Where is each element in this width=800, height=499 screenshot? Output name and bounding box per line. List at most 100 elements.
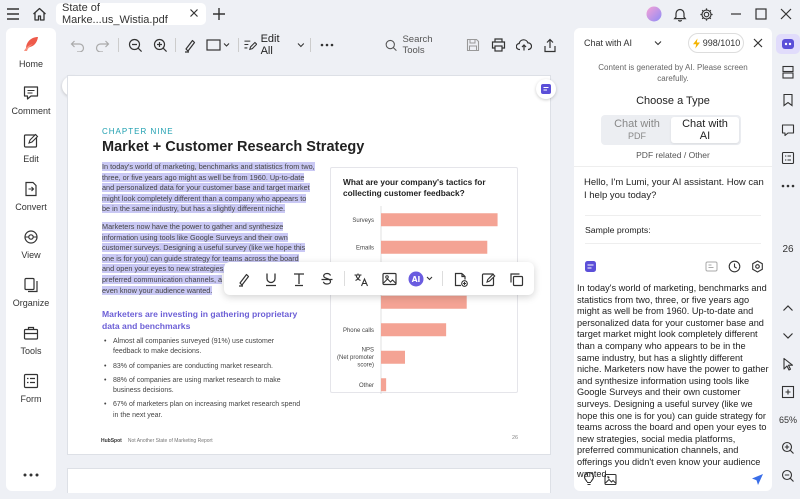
option-label: Chat with — [614, 118, 660, 130]
maximize-icon[interactable] — [752, 5, 770, 23]
chart-category-label: Surveys — [352, 218, 374, 224]
ai-assistant-icon[interactable] — [536, 79, 556, 99]
scroll-down-icon[interactable] — [778, 326, 798, 346]
strikethrough-icon[interactable] — [317, 269, 337, 289]
underline-icon[interactable] — [261, 269, 281, 289]
lightbulb-icon[interactable] — [581, 471, 597, 487]
zoom-in-icon[interactable] — [151, 36, 169, 54]
paragraph-line: preferred communication channels, a — [102, 274, 223, 284]
nav-view[interactable]: View — [6, 228, 56, 260]
chart-category-label: Other — [359, 383, 374, 389]
nav-comment[interactable]: Comment — [6, 84, 56, 116]
thumbnails-icon[interactable] — [778, 62, 798, 82]
form-icon — [23, 373, 39, 389]
rail-zoom-in-icon[interactable] — [778, 438, 798, 458]
search-tools[interactable]: Search Tools — [385, 34, 455, 56]
ai-sidebar-icon[interactable] — [776, 34, 800, 54]
redo-icon[interactable] — [93, 36, 111, 54]
home-icon[interactable] — [30, 5, 48, 23]
document-tab[interactable]: State of Marke...us_Wistia.pdf — [56, 2, 206, 26]
chart-bar — [381, 213, 498, 227]
comments-panel-icon[interactable] — [778, 120, 798, 140]
nav-form-label: Form — [20, 394, 42, 404]
chat-type-description: PDF related / Other — [636, 150, 710, 160]
close-panel-icon[interactable] — [750, 35, 766, 51]
fit-page-icon[interactable] — [778, 382, 798, 402]
close-window-icon[interactable] — [777, 5, 795, 23]
nav-home[interactable]: Home — [6, 33, 56, 69]
more-options-icon[interactable] — [19, 468, 43, 482]
ai-tools-button[interactable]: AI — [407, 269, 435, 289]
share-icon[interactable] — [541, 36, 559, 54]
nav-form[interactable]: Form — [6, 372, 56, 404]
credits-count: 998/1010 — [702, 38, 741, 48]
search-icon — [385, 39, 397, 51]
convert-icon — [25, 181, 37, 197]
page-footer: HubSpot Not Another State of Marketing R… — [101, 438, 213, 444]
nav-convert[interactable]: Convert — [6, 180, 56, 212]
close-tab-icon[interactable] — [188, 7, 200, 19]
chat-input-field[interactable]: In today's world of marketing, benchmark… — [577, 283, 769, 480]
select-cursor-icon[interactable] — [778, 354, 798, 374]
more-tools-icon[interactable] — [317, 36, 337, 54]
settings-gear-icon[interactable] — [697, 5, 715, 23]
tools-icon — [23, 326, 39, 340]
rail-zoom-out-icon[interactable] — [778, 466, 798, 486]
add-note-icon[interactable] — [450, 269, 470, 289]
image-icon[interactable] — [379, 269, 399, 289]
scroll-up-icon[interactable] — [778, 298, 798, 318]
avatar[interactable] — [645, 5, 663, 23]
paragraph-line: might look completely different than a c… — [102, 193, 307, 203]
new-tab-icon[interactable] — [210, 5, 228, 23]
zoom-level[interactable]: 65% — [776, 415, 800, 425]
nav-tools[interactable]: Tools — [6, 324, 56, 356]
current-page-number[interactable]: 26 — [776, 244, 800, 255]
translate-small-icon[interactable] — [703, 258, 719, 274]
chevron-down-icon — [654, 41, 662, 46]
bookmark-icon[interactable] — [778, 90, 798, 110]
choose-type-heading: Choose a Type — [636, 95, 710, 107]
attach-image-icon[interactable] — [603, 471, 619, 487]
translate-icon[interactable] — [351, 269, 371, 289]
form-fields-icon[interactable] — [778, 148, 798, 168]
panel-settings-icon[interactable] — [749, 258, 765, 274]
copy-icon[interactable] — [506, 269, 526, 289]
undo-icon[interactable] — [68, 36, 86, 54]
cloud-upload-icon[interactable] — [515, 36, 533, 54]
bell-icon[interactable] — [671, 5, 689, 23]
chapter-label: CHAPTER NINE — [102, 127, 174, 136]
bullet-item: 83% of companies are conducting market r… — [104, 362, 304, 373]
more-panels-icon[interactable] — [778, 176, 798, 196]
pdf-page-next[interactable] — [67, 468, 551, 493]
save-icon[interactable] — [464, 36, 482, 54]
page-title: Market + Customer Research Strategy — [102, 139, 365, 155]
edit-all-button[interactable]: Edit All — [243, 33, 305, 57]
text-format-icon[interactable] — [289, 269, 309, 289]
highlight-text-icon[interactable] — [233, 269, 253, 289]
organize-icon — [24, 277, 38, 293]
shape-tool-button[interactable] — [205, 36, 233, 54]
chat-with-ai-option[interactable]: Chat with AI — [671, 117, 739, 143]
nav-edit[interactable]: Edit — [6, 132, 56, 164]
document-tab-title: State of Marke...us_Wistia.pdf — [62, 2, 168, 26]
nav-home-label: Home — [18, 59, 43, 69]
edit-text-icon[interactable] — [478, 269, 498, 289]
option-sub-label: AI — [699, 130, 711, 142]
minimize-icon[interactable] — [727, 5, 745, 23]
paragraph-line: Marketers now have the power to gather a… — [102, 222, 284, 231]
title-bar: State of Marke...us_Wistia.pdf — [0, 0, 800, 28]
view-icon — [24, 230, 38, 244]
history-clock-icon[interactable] — [726, 258, 742, 274]
highlighter-icon[interactable] — [180, 36, 198, 54]
chat-mode-dropdown[interactable]: Chat with AI — [580, 34, 664, 52]
send-icon[interactable] — [749, 471, 765, 487]
zoom-out-icon[interactable] — [126, 36, 144, 54]
nav-organize[interactable]: Organize — [6, 276, 56, 308]
menu-icon[interactable] — [5, 6, 21, 22]
print-icon[interactable] — [489, 36, 507, 54]
chevron-down-icon — [297, 43, 305, 48]
paragraph-line: be in the same industry, but has a sligh… — [102, 204, 286, 214]
credits-badge[interactable]: 998/1010 — [688, 33, 744, 53]
footer-brand: HubSpot — [101, 438, 122, 444]
chat-with-pdf-option[interactable]: Chat with PDF — [603, 117, 671, 143]
